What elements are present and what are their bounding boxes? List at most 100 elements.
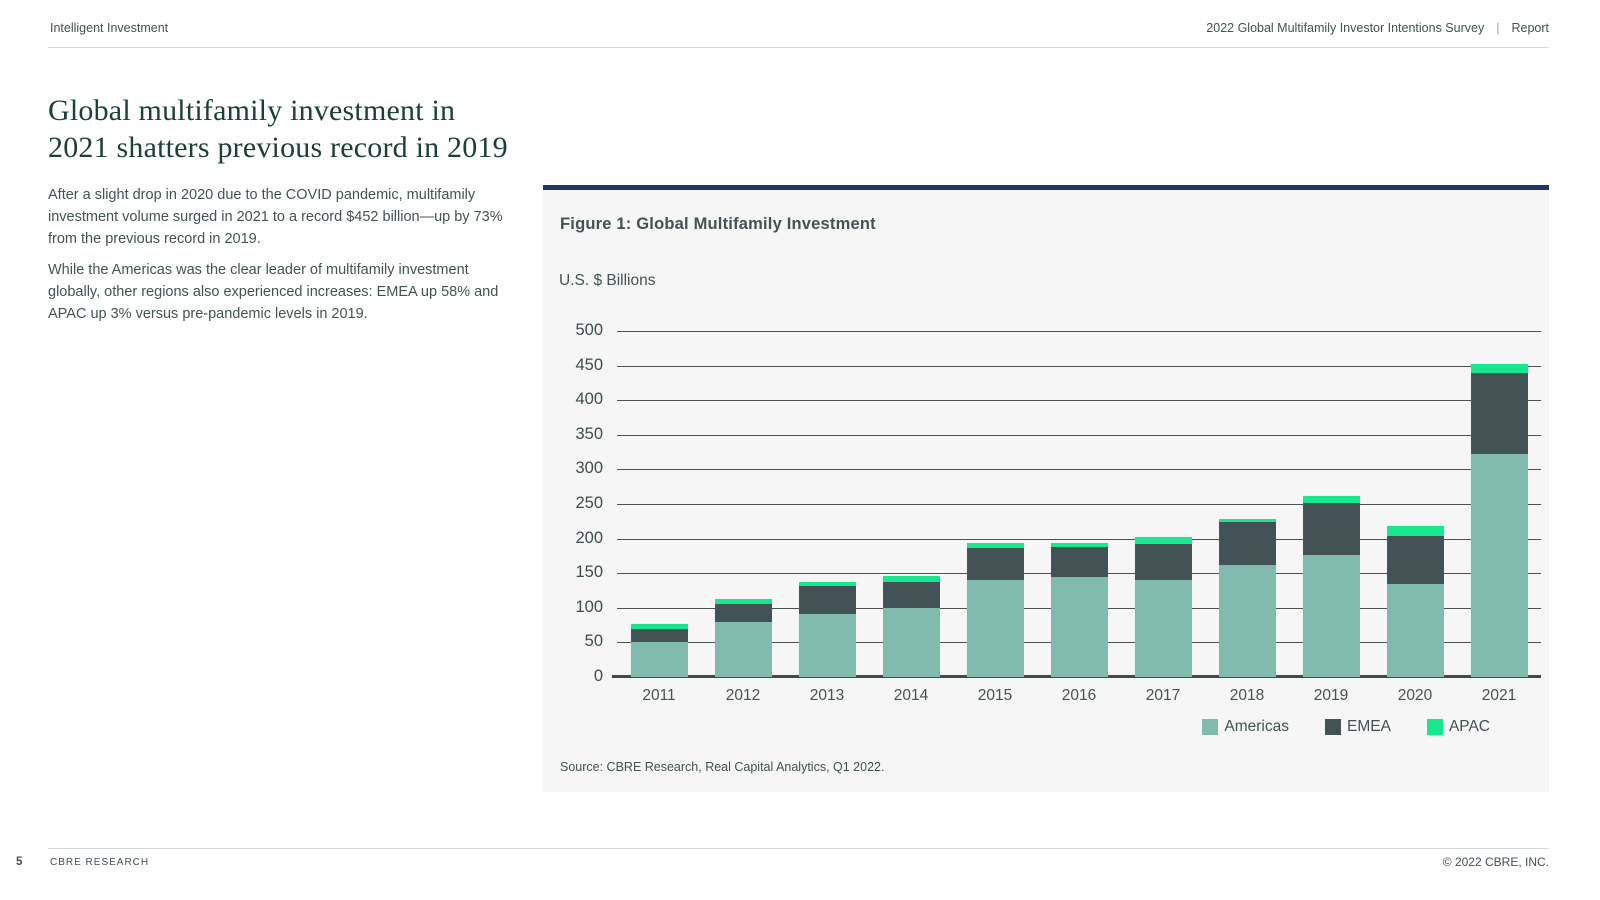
bar-segment-americas-2018 [1218, 564, 1276, 677]
chart-plot-area: 2011 2012 2013 2014 2015 2016 2017 2018 2019 2020… [575, 321, 1541, 704]
apac-swatch-icon [1426, 719, 1443, 735]
bar-segment-emea-2012 [714, 603, 772, 623]
y-tick-50: 50 [584, 632, 603, 651]
y-tick-450: 450 [575, 355, 603, 374]
x-tick-2021: 2021 [1481, 687, 1517, 704]
bar-segment-emea-2011 [630, 628, 688, 642]
x-tick-2016: 2016 [1061, 687, 1097, 704]
bar-slot-2013 [785, 331, 869, 677]
footer-brand: CBRE RESEARCH [50, 857, 150, 868]
header-report-title: 2022 Global Multifamily Investor Intenti… [1206, 21, 1485, 35]
y-axis-title: U.S. $ Billions [559, 272, 656, 289]
x-tick-2015: 2015 [977, 687, 1013, 704]
stacked-bar-2014 [882, 576, 940, 677]
page-title: Global multifamily investment in 2021 sh… [48, 94, 508, 164]
stacked-bar-2018 [1218, 518, 1276, 677]
legend-item-americas: Americas [1202, 718, 1289, 736]
x-axis-labels: 2011 2012 2013 2014 2015 2016 2017 2018 2019 2020… [617, 687, 1541, 705]
bar-slot-2016 [1037, 331, 1121, 677]
x-tick-2012: 2012 [725, 687, 761, 704]
bar-segment-emea-2021 [1470, 373, 1528, 454]
y-tick-0: 0 [593, 667, 603, 686]
bar-segment-americas-2017 [1134, 580, 1192, 677]
bar-segment-emea-2019 [1302, 503, 1360, 555]
bar-slot-2019 [1289, 331, 1373, 677]
stacked-bar-2012 [714, 599, 772, 677]
header-separator: | [1496, 21, 1500, 35]
bar-segment-apac-2020 [1386, 526, 1444, 536]
bar-segment-americas-2019 [1302, 554, 1360, 677]
header-brand-tagline: Intelligent Investment [50, 21, 169, 35]
article-paragraph-1: After a slight drop in 2020 due to the C… [48, 187, 503, 247]
bar-slot-2017 [1121, 331, 1205, 677]
bar-segment-americas-2014 [882, 607, 940, 677]
legend-label-emea: EMEA [1347, 718, 1391, 735]
article-paragraph-2: While the Americas was the clear leader … [48, 262, 499, 322]
stacked-bar-2021 [1470, 364, 1528, 677]
x-tick-2013: 2013 [809, 687, 845, 704]
legend-label-apac: APAC [1448, 718, 1490, 735]
y-tick-300: 300 [575, 459, 603, 478]
x-tick-2020: 2020 [1397, 687, 1433, 704]
y-tick-400: 400 [575, 390, 603, 409]
bar-segment-emea-2014 [882, 582, 940, 608]
emea-swatch-icon [1325, 719, 1341, 735]
bar-segment-emea-2017 [1134, 544, 1192, 581]
header-divider [48, 47, 1549, 48]
bar-segment-emea-2016 [1050, 546, 1108, 577]
bar-segment-americas-2015 [966, 580, 1024, 677]
header-report-label: Report [1511, 21, 1549, 35]
figure-title: Figure 1: Global Multifamily Investment [560, 215, 876, 233]
y-tick-500: 500 [575, 321, 603, 340]
legend-label-americas: Americas [1224, 718, 1289, 735]
bar-segment-americas-2013 [798, 614, 856, 677]
stacked-bar-2019 [1302, 496, 1360, 677]
y-tick-350: 350 [575, 424, 603, 443]
americas-swatch-icon [1202, 719, 1219, 735]
bar-slot-2018 [1205, 331, 1289, 677]
stacked-bar-2020 [1386, 526, 1444, 677]
bar-segment-americas-2011 [630, 641, 688, 677]
x-tick-2019: 2019 [1313, 687, 1349, 704]
legend-item-emea: EMEA [1325, 718, 1391, 736]
bar-slot-2015 [953, 331, 1037, 677]
stacked-bar-2016 [1050, 543, 1108, 677]
y-tick-250: 250 [575, 494, 603, 513]
bar-segment-americas-2021 [1470, 453, 1528, 677]
bar-segment-emea-2013 [798, 586, 856, 614]
chart-legend: Americas EMEA APAC [1202, 718, 1490, 736]
bar-segment-emea-2015 [966, 547, 1024, 581]
article-body: After a slight drop in 2020 due to the C… [48, 184, 518, 334]
bar-segment-emea-2020 [1386, 535, 1444, 584]
bars-row [617, 331, 1541, 677]
footer-divider [48, 848, 1549, 849]
x-tick-2018: 2018 [1229, 687, 1265, 704]
report-page: Intelligent Investment 2022 Global Multi… [0, 0, 1600, 900]
bar-segment-apac-2019 [1302, 496, 1360, 504]
bar-segment-americas-2012 [714, 622, 772, 677]
legend-item-apac: APAC [1426, 718, 1490, 736]
y-tick-150: 150 [575, 563, 603, 582]
bar-slot-2020 [1373, 331, 1457, 677]
bar-slot-2012 [701, 331, 785, 677]
stacked-bar-2017 [1134, 537, 1192, 677]
y-tick-200: 200 [575, 528, 603, 547]
bar-segment-apac-2017 [1134, 537, 1192, 545]
bar-slot-2021 [1457, 331, 1541, 677]
bar-segment-apac-2021 [1470, 364, 1528, 374]
bar-slot-2014 [869, 331, 953, 677]
bar-slot-2011 [617, 331, 701, 677]
x-tick-2011: 2011 [642, 687, 676, 704]
figure-source: Source: CBRE Research, Real Capital Anal… [560, 760, 885, 774]
bar-segment-americas-2020 [1386, 583, 1444, 677]
header-right: 2022 Global Multifamily Investor Intenti… [1206, 21, 1549, 35]
bar-segment-americas-2016 [1050, 576, 1108, 677]
page-number: 5 [16, 856, 23, 868]
stacked-bar-2011 [630, 623, 688, 677]
footer-copyright: © 2022 CBRE, INC. [1442, 855, 1549, 869]
stacked-bar-2013 [798, 582, 856, 677]
figure-panel: Figure 1: Global Multifamily Investment … [543, 185, 1549, 792]
stacked-bar-2015 [966, 543, 1024, 677]
bar-segment-emea-2018 [1218, 522, 1276, 565]
x-tick-2014: 2014 [893, 687, 929, 704]
